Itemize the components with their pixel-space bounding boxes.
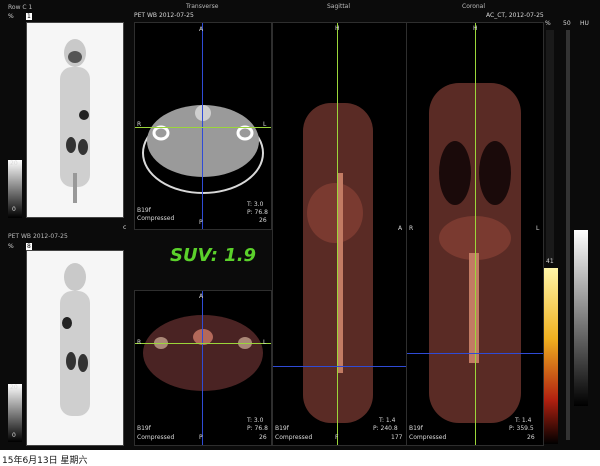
coronal-title: Coronal xyxy=(462,3,486,10)
transverse2-ax-r: R xyxy=(137,339,142,346)
date-footer: 15年6月13日 星期六 xyxy=(2,456,88,466)
sagittal-pane[interactable]: H A B19f Compressed F T: 1.4 P: 240.8 17… xyxy=(272,22,407,446)
sagittal-series: B19f xyxy=(275,425,289,432)
crosshair-horizontal[interactable] xyxy=(135,127,271,128)
sag-crosshair-vertical[interactable] xyxy=(337,23,338,445)
mip-image-bottom[interactable] xyxy=(26,250,124,446)
transverse-t: T: 3.0 xyxy=(247,201,264,208)
cor-crosshair-horizontal[interactable] xyxy=(407,353,543,354)
ct-grayscale-bar xyxy=(574,230,588,406)
mip-body-silhouette-2 xyxy=(60,263,90,416)
left-top-title: Row C 1 xyxy=(8,4,33,11)
cor-crosshair-vertical[interactable] xyxy=(475,23,476,445)
sagittal-p: P: 240.8 xyxy=(373,425,398,432)
transverse-title: Transverse xyxy=(186,3,219,10)
transverse2-ax-l: L xyxy=(263,339,267,346)
sagittal-slice xyxy=(303,103,373,423)
transverse2-series: B19f xyxy=(137,425,151,432)
mip-body-silhouette xyxy=(60,39,90,203)
coronal-study: AC_CT, 2012-07-25 xyxy=(486,12,544,19)
crosshair-vertical-2[interactable] xyxy=(202,291,203,445)
coronal-ax-h: H xyxy=(473,25,478,32)
sag-crosshair-horizontal[interactable] xyxy=(273,366,406,367)
transverse-comp: Compressed xyxy=(137,215,175,222)
transverse-num: 26 xyxy=(259,217,267,224)
transverse-study: PET WB 2012-07-25 xyxy=(134,12,194,19)
left-top-badge-value: 1 xyxy=(26,13,32,20)
sagittal-comp: Compressed xyxy=(275,434,313,441)
sagittal-ax-a: A xyxy=(398,225,403,232)
mip-image-top[interactable] xyxy=(26,22,124,218)
transverse-p: P: 76.8 xyxy=(247,209,268,216)
coronal-series: B19f xyxy=(409,425,423,432)
transverse2-comp: Compressed xyxy=(137,434,175,441)
coronal-num: 26 xyxy=(527,434,535,441)
sagittal-ax-h: H xyxy=(335,25,340,32)
transverse2-t: T: 3.0 xyxy=(247,417,264,424)
transverse-slice-top xyxy=(142,105,264,194)
crosshair-horizontal-2[interactable] xyxy=(135,343,271,344)
transverse-ax-a: A xyxy=(199,26,204,33)
right-scale-pct: % xyxy=(545,20,551,27)
left-top-scale-hi: 20 xyxy=(10,160,18,167)
sagittal-ax-f: F xyxy=(335,434,339,441)
pet-color-bar xyxy=(544,268,558,444)
sagittal-title: Sagittal xyxy=(327,3,351,10)
left-top-badge-label: % xyxy=(8,13,14,20)
right-scale-hu: HU xyxy=(580,20,589,27)
left-bottom-scale-hi: 20 xyxy=(10,384,18,391)
transverse-pane-top[interactable]: A R L B19f Compressed T: 3.0 P: 76.8 26 … xyxy=(134,22,272,230)
transverse-ax-p: P xyxy=(199,219,203,226)
left-top-scale-lo: 0 xyxy=(12,206,16,213)
transverse2-ax-a: A xyxy=(199,293,204,300)
right-scale-track xyxy=(546,30,554,260)
transverse-pane-bottom[interactable]: A R L B19f Compressed T: 3.0 P: 76.8 26 … xyxy=(134,290,272,446)
sagittal-t: T: 1.4 xyxy=(379,417,396,424)
crosshair-vertical[interactable] xyxy=(202,23,203,229)
right-scale-41: 41 xyxy=(546,258,554,265)
transverse2-num: 26 xyxy=(259,434,267,441)
coronal-comp: Compressed xyxy=(409,434,447,441)
coronal-pane[interactable]: H R L B19f Compressed T: 1.4 P: 359.5 26 xyxy=(406,22,544,446)
transverse2-ax-p: P xyxy=(199,434,203,441)
sagittal-num: 177 xyxy=(391,434,403,441)
left-bottom-badge-value: 8 xyxy=(26,243,32,250)
left-bottom-badge-label: % xyxy=(8,243,14,250)
coronal-p: P: 359.5 xyxy=(509,425,534,432)
coronal-ax-r: R xyxy=(409,225,414,232)
left-bottom-title: PET WB 2012-07-25 xyxy=(8,233,68,240)
scrollbar-track[interactable] xyxy=(566,30,570,440)
left-bottom-scale-lo: 0 xyxy=(12,432,16,439)
transverse2-p: P: 76.8 xyxy=(247,425,268,432)
transverse-ax-r: R xyxy=(137,121,142,128)
footer: 15年6月13日 星期六 xyxy=(0,450,600,466)
left-tick-label: c xyxy=(123,224,127,231)
right-scale-50: 50 xyxy=(563,20,571,27)
coronal-t: T: 1.4 xyxy=(515,417,532,424)
transverse-series: B19f xyxy=(137,207,151,214)
suv-value: SUV: 1.9 xyxy=(170,245,257,266)
coronal-ax-l: L xyxy=(536,225,540,232)
pet-ct-viewer: Row C 1 % 1 20 0 c PET WB 2012-07-25 % 8… xyxy=(0,0,600,450)
transverse-ax-l: L xyxy=(263,121,267,128)
